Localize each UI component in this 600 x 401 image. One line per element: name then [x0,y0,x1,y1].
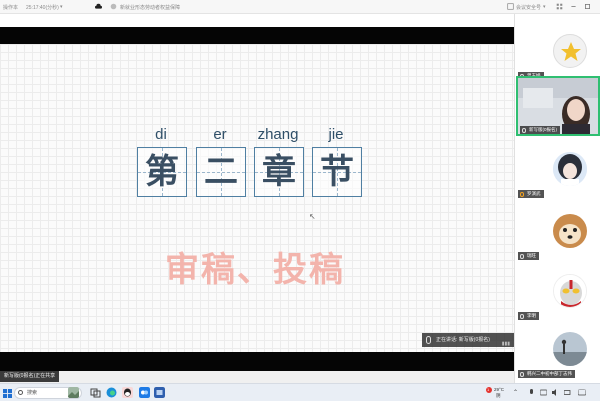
weather-temp[interactable]: 29°C [494,387,504,392]
char-box-4: 节 [312,147,362,197]
meeting-window: 操作本 25:17:40(分秒) ▾ 新就业形态劳动者权益保障 会议安全号 ▾ … [0,0,600,401]
pinyin-4: jie [328,126,344,143]
participant-tile[interactable]: 瑞旺 [516,202,600,262]
pinyin-3: zhang [257,126,299,143]
minimize-icon[interactable] [570,3,577,10]
task-view-icon[interactable] [90,387,101,398]
participant-tile[interactable]: 曾玉娟 [516,22,600,82]
chevron-down-icon[interactable]: ▾ [60,4,67,11]
participant-name: 李明 [518,312,539,320]
meeting-title: 新就业形态劳动者权益保障 [120,5,181,11]
char-box-3: 章 [254,147,304,197]
microphone-icon [426,336,431,344]
windows-taskbar: 搜索 1 29°C 阴 ⌃ [0,383,600,401]
volume-icon[interactable] [552,389,559,396]
top-left-label: 操作本 [3,5,19,11]
audio-level-icon: ▮▮▮ [501,341,510,347]
landscape-widget-icon[interactable] [68,387,79,398]
char-box-2: 二 [196,147,246,197]
ultraman-avatar [553,274,587,308]
char-4: 节 [320,152,354,192]
edge-browser-icon[interactable] [106,387,117,398]
presentation-slide: di er zhang jie 第 二 章 节 审稿、投稿 ↖ [0,44,514,352]
star-avatar [553,34,587,68]
participant-name: 新写版(0报名) [520,126,560,134]
grid-icon[interactable] [556,3,563,10]
maximize-icon[interactable] [584,3,591,10]
battery-icon[interactable] [564,389,571,396]
char-2: 二 [204,152,238,192]
participant-tile[interactable]: 李明 [516,262,600,322]
chevron-down-icon[interactable]: ▾ [543,4,550,11]
pinyin-1: di [155,126,167,143]
participants-panel[interactable]: 曾玉娟 新写版(0报名) [514,14,600,383]
microphone-icon [520,191,524,197]
shared-screen: di er zhang jie 第 二 章 节 审稿、投稿 ↖ 正在讲话: 新写… [0,14,514,371]
letterbox-bottom [0,352,514,371]
char-1: 第 [145,152,179,192]
security-icon[interactable] [507,3,514,10]
slide-title: 审稿、投稿 [165,250,345,290]
speaking-prefix: 正在讲话: [436,337,458,343]
star-icon [561,42,581,61]
participant-name: 罗演武 [518,190,544,198]
weather-desc: 阴 [496,393,501,398]
dog-avatar [553,214,587,248]
mouse-cursor-icon: ↖ [309,212,316,221]
microphone-icon [522,127,526,133]
cloud-icon[interactable] [95,3,102,10]
notification-icon[interactable] [578,389,586,396]
speaking-name: 新写版(0报名) [458,337,490,343]
info-icon[interactable] [110,3,117,10]
anime-avatar [553,152,587,186]
app-icon[interactable] [154,387,165,398]
pinyin-2: er [213,126,227,143]
search-icon [18,390,23,395]
anime-icon [553,152,587,186]
participant-name: 瑞旺 [518,252,539,260]
char-box-1: 第 [137,147,187,197]
meeting-duration: 25:17:40(分秒) [26,5,59,11]
tencent-meeting-icon[interactable] [139,387,150,398]
screen-share-label: 新写版(0报名)正在共享 [0,371,60,382]
participant-tile[interactable]: 韩兴二中初中部丁志伟 [516,320,600,380]
letterbox-top [0,27,514,44]
microphone-tray-icon[interactable] [528,389,535,396]
microphone-icon [520,371,524,377]
dog-icon [553,214,587,248]
security-label[interactable]: 会议安全号 [516,4,541,11]
network-icon[interactable] [540,389,547,396]
chevron-up-icon[interactable]: ⌃ [513,389,518,396]
participant-name: 韩兴二中初中部丁志伟 [518,370,575,378]
landscape-avatar [553,332,587,366]
windows-start-icon[interactable] [3,389,12,398]
microphone-icon [520,253,524,259]
participant-tile[interactable]: 罗演武 [516,140,600,200]
char-3: 章 [262,152,296,192]
qq-icon[interactable] [122,387,133,398]
meeting-top-bar: 操作本 25:17:40(分秒) ▾ 新就业形态劳动者权益保障 会议安全号 ▾ [0,0,600,14]
participant-tile-active[interactable]: 新写版(0报名) [516,76,600,136]
microphone-icon [520,313,524,319]
landscape-icon [553,332,587,366]
speaking-indicator: 正在讲话: 新写版(0报名) ▮▮▮ [422,333,514,347]
notification-count: 1 [487,387,490,392]
ultraman-icon [554,275,586,307]
share-strip [0,371,514,383]
